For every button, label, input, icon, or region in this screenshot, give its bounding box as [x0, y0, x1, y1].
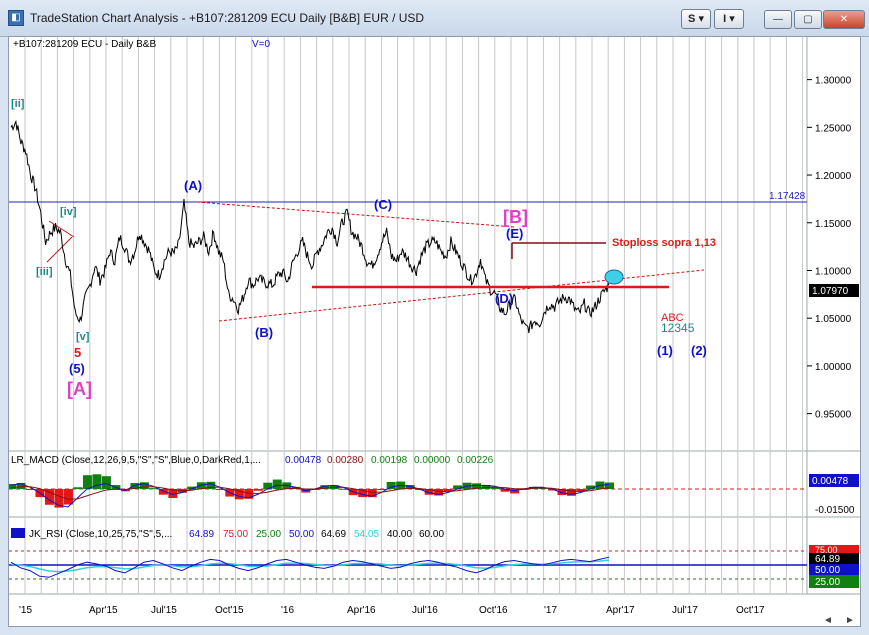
- macd-value: 0.00280: [327, 455, 364, 466]
- title-bar: ◧ TradeStation Chart Analysis - +B107:28…: [0, 0, 869, 37]
- y-tick-label: 0.95000: [815, 410, 852, 421]
- x-tick-label: Oct'17: [736, 605, 765, 616]
- macd-histogram-bar: [82, 475, 92, 489]
- x-tick-label: Apr'16: [347, 605, 376, 616]
- wave-label: (B): [255, 325, 273, 340]
- x-tick-label: '15: [19, 605, 32, 616]
- x-tick-label: Jul'17: [672, 605, 698, 616]
- scroll-left-icon[interactable]: ◄: [823, 615, 833, 626]
- price-panel-header: +B107:281209 ECU - Daily B&B: [13, 39, 156, 50]
- wave-label: 5: [74, 345, 81, 360]
- rsi-axis-cur: 64.89: [815, 554, 840, 565]
- minimize-button[interactable]: —: [764, 10, 792, 29]
- macd-histogram-bar: [73, 487, 83, 489]
- maximize-button[interactable]: ▢: [794, 10, 822, 29]
- macd-value: 0.00478: [285, 455, 322, 466]
- wave-label: [A]: [67, 379, 92, 399]
- macd-header: LR_MACD (Close,12,26,9,5,"S","S",Blue,0,…: [11, 455, 261, 466]
- rsi-axis-50: 50.00: [815, 565, 840, 576]
- wave-label: [iv]: [60, 206, 77, 218]
- window-title: TradeStation Chart Analysis - +B107:2812…: [30, 11, 425, 25]
- triangle-upper-line[interactable]: [196, 201, 515, 228]
- x-tick-label: Oct'16: [479, 605, 508, 616]
- close-button[interactable]: ✕: [823, 10, 865, 29]
- grid: [24, 37, 804, 594]
- x-tick-label: Apr'15: [89, 605, 118, 616]
- target-marker[interactable]: [604, 269, 624, 285]
- wave-label: (E): [506, 226, 523, 241]
- x-tick-label: '16: [281, 605, 294, 616]
- macd-value: 0.00000: [414, 455, 451, 466]
- y-tick-label: 1.25000: [815, 123, 852, 134]
- macd-axis-value: 0.00478: [812, 476, 849, 487]
- wave-label: 12345: [661, 321, 695, 335]
- macd-histogram-bar: [63, 489, 73, 505]
- rsi-value: 54.05: [354, 529, 379, 540]
- macd-value: 0.00226: [457, 455, 494, 466]
- wave-label: [iii]: [36, 266, 53, 278]
- chart-area[interactable]: 1.30000 1.25000 1.20000 1.15000 1.10000 1.050…: [7, 36, 861, 627]
- level-line-label: 1.17428: [769, 191, 806, 202]
- rsi-header: JK_RSI (Close,10,25,75,"S",5,...: [29, 529, 172, 540]
- y-tick-label: 1.05000: [815, 314, 852, 325]
- rsi-value: 40.00: [387, 529, 412, 540]
- rsi-value: 64.69: [321, 529, 346, 540]
- chart-svg[interactable]: 1.30000 1.25000 1.20000 1.15000 1.10000 1.050…: [7, 37, 860, 626]
- triangle-lower-line[interactable]: [218, 269, 705, 322]
- rsi-value: 25.00: [256, 529, 281, 540]
- rsi-value: 75.00: [223, 529, 248, 540]
- macd-histogram-bar: [386, 481, 396, 489]
- app-icon: ◧: [8, 10, 24, 26]
- macd-histogram: [7, 474, 614, 508]
- macd-histogram-bar: [272, 479, 282, 489]
- wave-label: [v]: [76, 331, 90, 343]
- wave-label: (5): [69, 361, 85, 376]
- rsi-axis-25: 25.00: [815, 577, 840, 588]
- i-dropdown-button[interactable]: I ▾: [714, 9, 744, 29]
- macd-axis-neg: -0.01500: [815, 505, 855, 516]
- x-tick-label: Apr'17: [606, 605, 635, 616]
- wave-label: (2): [691, 343, 707, 358]
- rsi-value: 64.89: [189, 529, 214, 540]
- x-tick-label: Jul'16: [412, 605, 438, 616]
- price-axis: 1.30000 1.25000 1.20000 1.15000 1.10000 1.050…: [807, 76, 852, 421]
- wave-label: (C): [374, 197, 392, 212]
- volume-label: V=0: [252, 39, 271, 50]
- wave-label: (1): [657, 343, 673, 358]
- macd-histogram-bar: [377, 489, 387, 490]
- x-tick-label: '17: [544, 605, 557, 616]
- y-tick-label: 1.20000: [815, 171, 852, 182]
- wave-label: (A): [184, 178, 202, 193]
- wave-label: [B]: [503, 207, 528, 227]
- rsi-value: 60.00: [419, 529, 444, 540]
- scroll-right-icon[interactable]: ►: [845, 615, 855, 626]
- x-tick-label: Jul'15: [151, 605, 177, 616]
- wave-label: [ii]: [11, 98, 25, 110]
- wave-label: (D): [495, 291, 513, 306]
- s-dropdown-button[interactable]: S ▾: [681, 9, 711, 29]
- rsi-icon: [11, 528, 25, 538]
- y-tick-label: 1.00000: [815, 362, 852, 373]
- rsi-value: 50.00: [289, 529, 314, 540]
- macd-histogram-bar: [253, 489, 263, 491]
- macd-histogram-bar: [101, 476, 111, 489]
- last-price-label: 1.07970: [812, 286, 849, 297]
- y-tick-label: 1.15000: [815, 219, 852, 230]
- x-tick-label: Oct'15: [215, 605, 244, 616]
- y-tick-label: 1.30000: [815, 76, 852, 87]
- small-triangle-line: [46, 236, 73, 263]
- y-tick-label: 1.10000: [815, 266, 852, 277]
- time-axis: '15 Apr'15 Jul'15 Oct'15 '16 Apr'16 Jul'16 Oct'…: [19, 605, 765, 616]
- stoploss-label: Stoploss sopra 1,13: [612, 237, 716, 249]
- macd-value: 0.00198: [371, 455, 408, 466]
